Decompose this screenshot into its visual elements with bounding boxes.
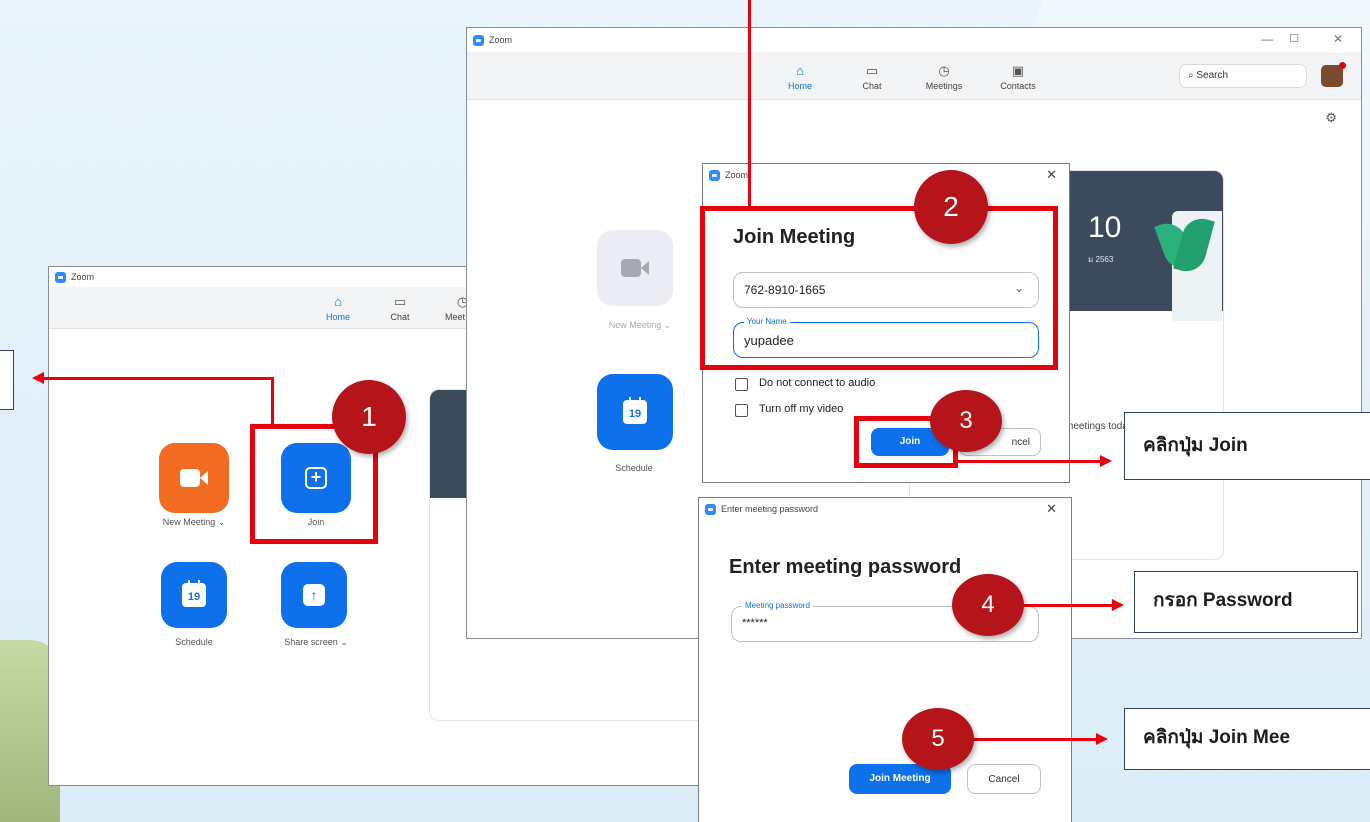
clock-icon: ◷ xyxy=(938,63,950,78)
clock-time: 10 xyxy=(1088,211,1122,244)
schedule-label: Schedule xyxy=(175,637,213,647)
zoom-logo-icon xyxy=(705,503,716,515)
chevron-down-icon: ⌄ xyxy=(340,637,348,647)
video-camera-icon xyxy=(621,259,649,277)
dialog-titlebar: Zoom xyxy=(703,164,1069,186)
close-window-button[interactable]: ✕ xyxy=(1333,32,1343,46)
settings-gear-icon[interactable]: ⚙ xyxy=(1325,110,1337,126)
zoom-logo-icon xyxy=(55,271,66,283)
new-meeting-button[interactable] xyxy=(597,230,673,306)
close-icon[interactable]: ✕ xyxy=(1046,167,1057,183)
nav-chat-label: Chat xyxy=(390,312,410,322)
chevron-down-icon: ⌄ xyxy=(663,320,672,330)
chevron-down-icon: ⌄ xyxy=(217,517,226,527)
callout-join: คลิกปุ่ม Join xyxy=(1124,412,1370,480)
highlight-join-form xyxy=(700,206,1058,370)
connector-line xyxy=(44,377,274,380)
step-badge-4: 4 xyxy=(952,574,1024,636)
dialog-title: Enter meeting password xyxy=(721,504,819,514)
window-titlebar: Zoom xyxy=(467,28,1361,52)
step-badge-2: 2 xyxy=(914,170,988,244)
nav-meetings-label: Meetings xyxy=(925,81,963,91)
avatar[interactable] xyxy=(1321,62,1346,87)
video-camera-icon xyxy=(180,469,208,487)
callout-password: กรอก Password xyxy=(1134,571,1358,633)
share-arrow-icon: ↑ xyxy=(303,584,325,606)
nav-meetings[interactable]: ◷ Meetings xyxy=(919,63,969,92)
home-icon: ⌂ xyxy=(334,294,342,309)
no-audio-checkbox[interactable] xyxy=(735,378,748,391)
arrow-right-icon xyxy=(1096,733,1108,745)
nav-meetings-label: Meet xyxy=(445,312,466,322)
calendar-icon: 19 xyxy=(623,397,647,424)
cancel-button[interactable]: Cancel xyxy=(967,764,1041,794)
new-meeting-button[interactable] xyxy=(159,443,229,513)
nav-chat[interactable]: ▭ Chat xyxy=(375,294,425,323)
share-screen-button[interactable]: ↑ xyxy=(281,562,347,628)
search-input[interactable]: ⌕ Search xyxy=(1179,64,1307,88)
search-icon: ⌕ xyxy=(1188,70,1194,81)
nav-contacts[interactable]: ▣ Contacts xyxy=(993,63,1043,92)
home-icon: ⌂ xyxy=(796,63,804,78)
maximize-button[interactable]: ☐ xyxy=(1289,32,1299,45)
search-placeholder: Search xyxy=(1196,70,1229,81)
window-title: Zoom xyxy=(489,35,513,45)
connector-line xyxy=(972,738,1100,741)
video-off-checkbox[interactable] xyxy=(735,404,748,417)
minimize-button[interactable]: — xyxy=(1261,32,1273,46)
nav-chat-label: Chat xyxy=(862,81,882,91)
schedule-button[interactable]: 19 xyxy=(161,562,227,628)
step-badge-5: 5 xyxy=(902,708,974,770)
password-heading: Enter meeting password xyxy=(729,556,962,578)
step-badge-1: 1 xyxy=(332,380,406,454)
connector-line xyxy=(271,378,274,426)
new-meeting-label: New Meeting ⌄ xyxy=(608,320,672,330)
zoom-logo-icon xyxy=(709,169,720,181)
nav-home[interactable]: ⌂ Home xyxy=(313,294,363,323)
nav-home[interactable]: ⌂ Home xyxy=(775,63,825,92)
meeting-password-value: ****** xyxy=(742,617,768,629)
no-meetings-text: meetings today xyxy=(1065,421,1133,432)
connector-line xyxy=(748,0,751,208)
no-audio-label: Do not connect to audio xyxy=(759,377,876,389)
chat-icon: ▭ xyxy=(865,63,879,78)
schedule-label: Schedule xyxy=(615,463,653,473)
nav-bar: ⌂ Home ▭ Chat ◷ Meetings ▣ Contacts ⌕ Se… xyxy=(467,52,1361,100)
dialog-titlebar: Enter meeting password xyxy=(699,498,1071,520)
connector-line xyxy=(1020,604,1116,607)
contacts-icon: ▣ xyxy=(1011,63,1025,78)
video-off-label: Turn off my video xyxy=(759,403,844,415)
callout-left-partial xyxy=(0,350,14,410)
arrow-right-icon xyxy=(1112,599,1124,611)
nav-home-label: Home xyxy=(325,312,350,322)
calendar-icon: 19 xyxy=(182,580,206,607)
nav-chat[interactable]: ▭ Chat xyxy=(847,63,897,92)
zoom-logo-icon xyxy=(473,34,484,46)
arrow-right-icon xyxy=(1100,455,1112,467)
dialog-title: Zoom xyxy=(725,170,749,180)
schedule-button[interactable]: 19 xyxy=(597,374,673,450)
arrow-left-icon xyxy=(32,372,44,384)
callout-join-meeting: คลิกปุ่ม Join Mee xyxy=(1124,708,1370,770)
meeting-password-label: Meeting password xyxy=(742,601,813,610)
nav-contacts-label: Contacts xyxy=(1000,81,1036,91)
clock-date: ม 2563 xyxy=(1088,255,1114,264)
new-meeting-label: New Meeting ⌄ xyxy=(162,517,226,527)
notification-dot xyxy=(1339,62,1346,69)
window-title: Zoom xyxy=(71,272,95,282)
share-screen-label: Share screen ⌄ xyxy=(284,637,348,647)
connector-line xyxy=(958,460,1104,463)
close-icon[interactable]: ✕ xyxy=(1046,501,1057,517)
chat-icon: ▭ xyxy=(393,294,407,309)
step-badge-3: 3 xyxy=(930,390,1002,452)
plant-illustration xyxy=(1154,211,1222,321)
password-dialog: Enter meeting password ✕ Enter meeting p… xyxy=(698,497,1072,822)
nav-home-label: Home xyxy=(787,81,812,91)
